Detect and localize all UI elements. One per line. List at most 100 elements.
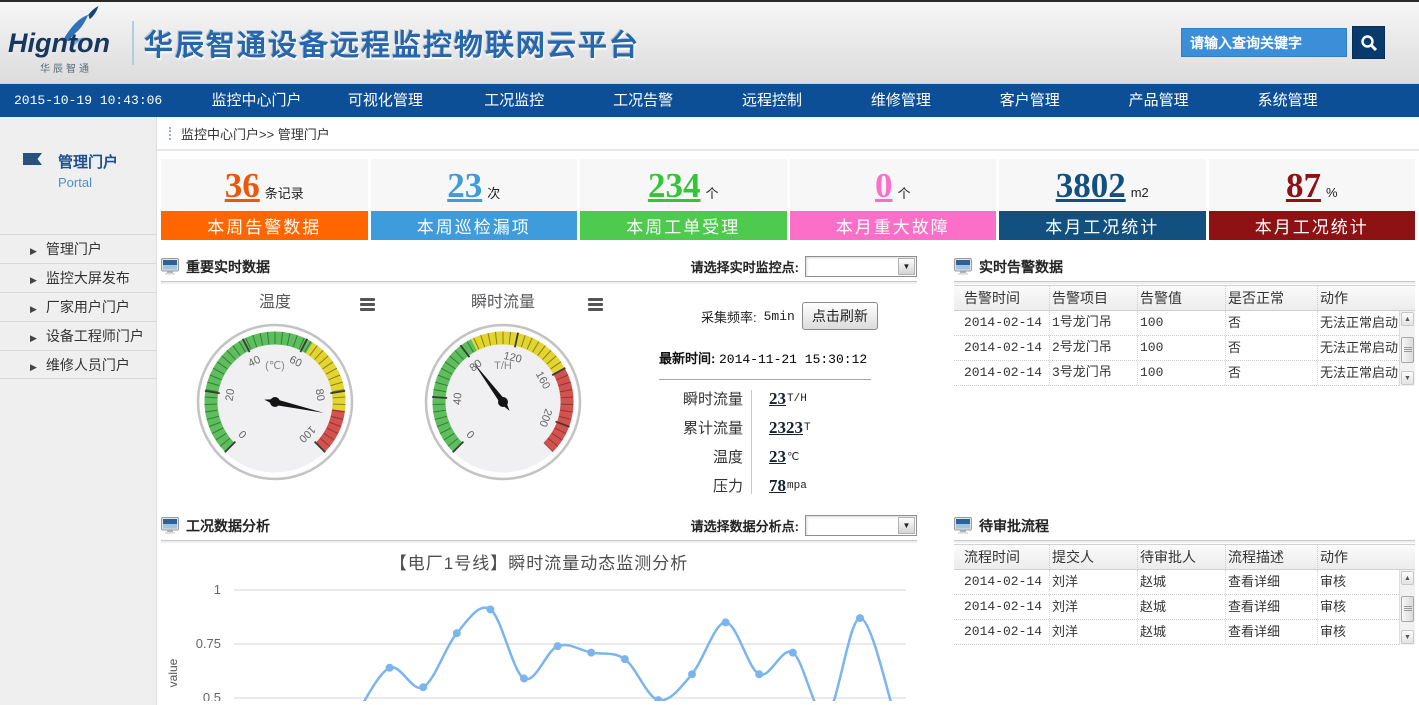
chevron-down-icon[interactable]: ▼ — [898, 517, 915, 534]
svg-text:0.75: 0.75 — [196, 636, 221, 651]
breadcrumb-text: 监控中心门户>> 管理门户 — [181, 124, 330, 143]
svg-text:1: 1 — [214, 582, 221, 597]
breadcrumb-icon — [169, 127, 173, 140]
sidebar-item-label: 监控大屏发布 — [46, 270, 130, 286]
triangle-right-icon: ▶ — [30, 304, 37, 314]
sidebar-item-2[interactable]: ▶厂家用户门户 — [0, 292, 156, 321]
sidebar-item-1[interactable]: ▶监控大屏发布 — [0, 263, 156, 292]
stat-value[interactable]: 234 — [648, 168, 701, 203]
table-cell: 赵城 — [1138, 570, 1226, 594]
stat-value[interactable]: 87 — [1286, 168, 1321, 203]
column-header: 是否正常 — [1226, 286, 1318, 311]
stat-unit: 次 — [487, 183, 500, 202]
reading-value[interactable]: 2323 — [769, 418, 803, 438]
stat-card-label: 本月重大故障 — [790, 211, 997, 240]
stat-card-5: 87%本月工况统计 — [1209, 159, 1416, 240]
monitor-point-label: 请选择实时监控点: — [691, 257, 799, 276]
scroll-up-icon[interactable]: ▲ — [1401, 312, 1414, 326]
app-header: Hignton 华辰智通 华辰智通设备远程监控物联网云平台 — [0, 2, 1419, 84]
analysis-point-select[interactable]: ▼ — [805, 515, 917, 536]
alarm-row-2[interactable]: 2014-02-143号龙门吊100否无法正常启动 — [954, 361, 1415, 386]
svg-text:40: 40 — [452, 392, 465, 405]
stat-value[interactable]: 23 — [447, 168, 482, 203]
approval-row-0[interactable]: 2014-02-14刘洋赵城查看详细审核 — [954, 570, 1415, 595]
temperature-gauge: 020406080100(℃) — [195, 322, 355, 482]
frequency-value: 5min — [764, 309, 795, 324]
stat-card-label: 本周工单受理 — [580, 211, 787, 240]
scroll-down-icon[interactable]: ▼ — [1401, 371, 1414, 385]
chevron-down-icon[interactable]: ▼ — [898, 258, 915, 275]
stat-value[interactable]: 3802 — [1056, 168, 1126, 203]
refresh-button[interactable]: 点击刷新 — [802, 302, 878, 330]
triangle-right-icon: ▶ — [30, 246, 37, 256]
table-cell: 1号龙门吊 — [1050, 311, 1138, 335]
reading-label: 温度 — [659, 446, 743, 467]
scroll-track[interactable] — [1400, 327, 1415, 370]
chart-context-menu-icon[interactable] — [588, 296, 603, 313]
stat-value[interactable]: 0 — [875, 168, 893, 203]
stat-card-label: 本周巡检漏项 — [371, 211, 578, 240]
nav-items: 监控中心门户可视化管理工况监控工况告警远程控制维修管理客户管理产品管理系统管理 — [192, 84, 1352, 117]
flow-gauge-title: 瞬时流量 — [471, 294, 535, 311]
scroll-down-icon[interactable]: ▼ — [1401, 630, 1414, 644]
stat-value[interactable]: 36 — [225, 168, 260, 203]
nav-item-5[interactable]: 维修管理 — [836, 84, 965, 117]
temperature-gauge-title: 温度 — [259, 294, 291, 311]
monitor-point-select[interactable]: ▼ — [805, 256, 917, 277]
scroll-up-icon[interactable]: ▲ — [1401, 571, 1414, 585]
nav-item-6[interactable]: 客户管理 — [965, 84, 1094, 117]
thumb-grip — [1404, 606, 1412, 607]
sidebar-item-3[interactable]: ▶设备工程师门户 — [0, 321, 156, 350]
scroll-track[interactable] — [1400, 586, 1415, 629]
reading-label: 累计流量 — [659, 417, 743, 438]
table-cell: 2014-02-14 — [962, 311, 1050, 335]
scroll-thumb[interactable] — [1401, 337, 1414, 363]
sidebar-menu: ▶管理门户▶监控大屏发布▶厂家用户门户▶设备工程师门户▶维修人员门户 — [0, 234, 156, 379]
table-scrollbar[interactable]: ▲▼ — [1399, 311, 1415, 386]
reading-label: 瞬时流量 — [659, 388, 743, 409]
approval-row-1[interactable]: 2014-02-14刘洋赵城查看详细审核 — [954, 595, 1415, 620]
title-separator — [132, 21, 134, 65]
page: Hignton 华辰智通 华辰智通设备远程监控物联网云平台 2015-10-19… — [0, 0, 1419, 705]
flow-gauge: 04080120160200T/H — [423, 322, 583, 482]
chart-context-menu-icon[interactable] — [360, 296, 375, 313]
thumb-grip — [1404, 349, 1412, 350]
stat-card-top: 0个 — [790, 159, 997, 211]
nav-item-0[interactable]: 监控中心门户 — [192, 84, 321, 117]
reading-value[interactable]: 23 — [769, 447, 786, 467]
alarm-row-0[interactable]: 2014-02-141号龙门吊100否无法正常启动 — [954, 311, 1415, 336]
thumb-grip — [1404, 608, 1412, 609]
stat-card-top: 23 次 — [371, 159, 578, 211]
flag-icon — [20, 151, 46, 175]
nav-item-4[interactable]: 远程控制 — [708, 84, 837, 117]
table-cell: 2014-02-14 — [962, 595, 1050, 619]
nav-item-8[interactable]: 系统管理 — [1223, 84, 1352, 117]
nav-item-2[interactable]: 工况监控 — [450, 84, 579, 117]
approval-row-2[interactable]: 2014-02-14刘洋赵城查看详细审核 — [954, 620, 1415, 645]
nav-item-1[interactable]: 可视化管理 — [321, 84, 450, 117]
search-button[interactable] — [1352, 26, 1385, 59]
analysis-point-label: 请选择数据分析点: — [691, 516, 799, 535]
sidebar-item-4[interactable]: ▶维修人员门户 — [0, 350, 156, 379]
table-cell: 刘洋 — [1050, 620, 1138, 644]
triangle-right-icon: ▶ — [30, 362, 37, 372]
reading-value[interactable]: 78 — [769, 476, 786, 496]
nav-item-3[interactable]: 工况告警 — [579, 84, 708, 117]
svg-text:0.5: 0.5 — [203, 690, 221, 701]
main-nav: 2015-10-19 10:43:06 监控中心门户可视化管理工况监控工况告警远… — [0, 84, 1419, 117]
table-scrollbar[interactable]: ▲▼ — [1399, 570, 1415, 645]
alarm-row-1[interactable]: 2014-02-142号龙门吊100否无法正常启动 — [954, 336, 1415, 361]
nav-item-7[interactable]: 产品管理 — [1094, 84, 1223, 117]
approval-panel: 待审批流程 流程时间提交人待审批人流程描述动作2014-02-14刘洋赵城查看详… — [954, 511, 1415, 645]
search-input[interactable] — [1181, 28, 1347, 57]
scroll-thumb[interactable] — [1401, 596, 1414, 622]
sidebar-item-0[interactable]: ▶管理门户 — [0, 234, 156, 263]
reading-value[interactable]: 23 — [769, 389, 786, 409]
sidebar: 管理门户 Portal ▶管理门户▶监控大屏发布▶厂家用户门户▶设备工程师门户▶… — [0, 117, 157, 705]
column-header: 告警值 — [1138, 286, 1226, 311]
alarm-panel-title: 实时告警数据 — [979, 257, 1063, 277]
table-cell: 查看详细 — [1226, 570, 1318, 594]
table-cell: 100 — [1138, 311, 1226, 335]
brand-logo[interactable]: Hignton 华辰智通 — [0, 4, 130, 82]
table-cell: 2014-02-14 — [962, 620, 1050, 644]
